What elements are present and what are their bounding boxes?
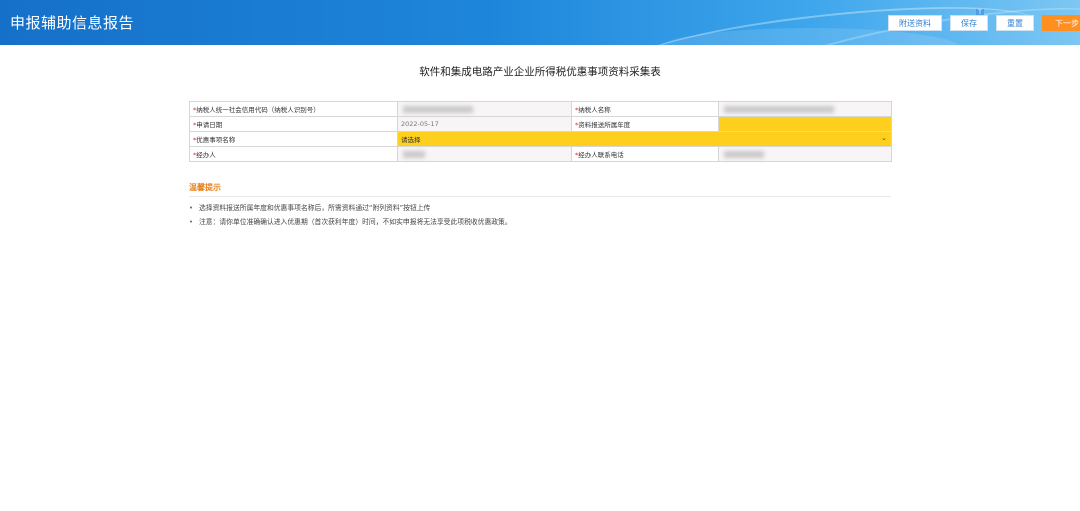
- app-title: 申报辅助信息报告: [10, 14, 135, 32]
- table-row: *优惠事项名称 请选择 ⌄: [189, 131, 892, 147]
- report-year-field[interactable]: [718, 116, 892, 132]
- redacted-value: [724, 150, 764, 158]
- list-item: • 选择资料报送所属年度和优惠事项名称后，所需资料通过“附列资料”按钮上传: [189, 204, 431, 212]
- apply-date-label: *申请日期: [189, 116, 398, 132]
- preference-item-select[interactable]: 请选择 ⌄: [397, 131, 892, 147]
- taxpayer-id-field[interactable]: [397, 101, 572, 117]
- tips-title: 温馨提示: [189, 183, 221, 192]
- bullet-icon: •: [189, 204, 194, 212]
- chevron-down-icon: ⌄: [881, 134, 887, 142]
- save-button[interactable]: 保存: [950, 15, 988, 31]
- divider: [189, 196, 891, 197]
- toolbar: 附送资料 保存 重置 下一步: [888, 15, 1080, 31]
- select-value: 请选择: [401, 136, 421, 144]
- form-title: 软件和集成电路产业企业所得税优惠事项资料采集表: [419, 66, 661, 78]
- attach-materials-button[interactable]: 附送资料: [888, 15, 942, 31]
- list-item: • 注意：请你单位准确确认进入优惠期（首次获利年度）时间，不如实申报将无法享受此项…: [189, 218, 512, 226]
- redacted-value: [403, 105, 473, 113]
- bullet-icon: •: [189, 218, 194, 226]
- report-year-label: *资料报送所属年度: [571, 116, 719, 132]
- table-row: *纳税人统一社会信用代码（纳税人识别号） *纳税人名称: [189, 101, 892, 117]
- handler-phone-label: *经办人联系电话: [571, 146, 719, 162]
- table-row: *经办人 *经办人联系电话: [189, 146, 892, 162]
- info-collection-form: *纳税人统一社会信用代码（纳税人识别号） *纳税人名称 *申请日期 2022-0…: [189, 101, 892, 162]
- reset-button[interactable]: 重置: [996, 15, 1034, 31]
- apply-date-field[interactable]: 2022-05-17: [397, 116, 572, 132]
- redacted-value: [403, 150, 425, 158]
- taxpayer-name-label: *纳税人名称: [571, 101, 719, 117]
- taxpayer-name-field[interactable]: [718, 101, 892, 117]
- tips-list: • 选择资料报送所属年度和优惠事项名称后，所需资料通过“附列资料”按钮上传 • 注意…: [189, 202, 512, 230]
- taxpayer-id-label: *纳税人统一社会信用代码（纳税人识别号）: [189, 101, 398, 117]
- redacted-value: [724, 105, 834, 113]
- next-step-button[interactable]: 下一步: [1042, 15, 1080, 31]
- handler-field[interactable]: [397, 146, 572, 162]
- preference-item-label: *优惠事项名称: [189, 131, 398, 147]
- table-row: *申请日期 2022-05-17 *资料报送所属年度: [189, 116, 892, 132]
- app-header: 申报辅助信息报告 T 附送资料 保存 重置 下一步: [0, 0, 1080, 45]
- handler-label: *经办人: [189, 146, 398, 162]
- handler-phone-field[interactable]: [718, 146, 892, 162]
